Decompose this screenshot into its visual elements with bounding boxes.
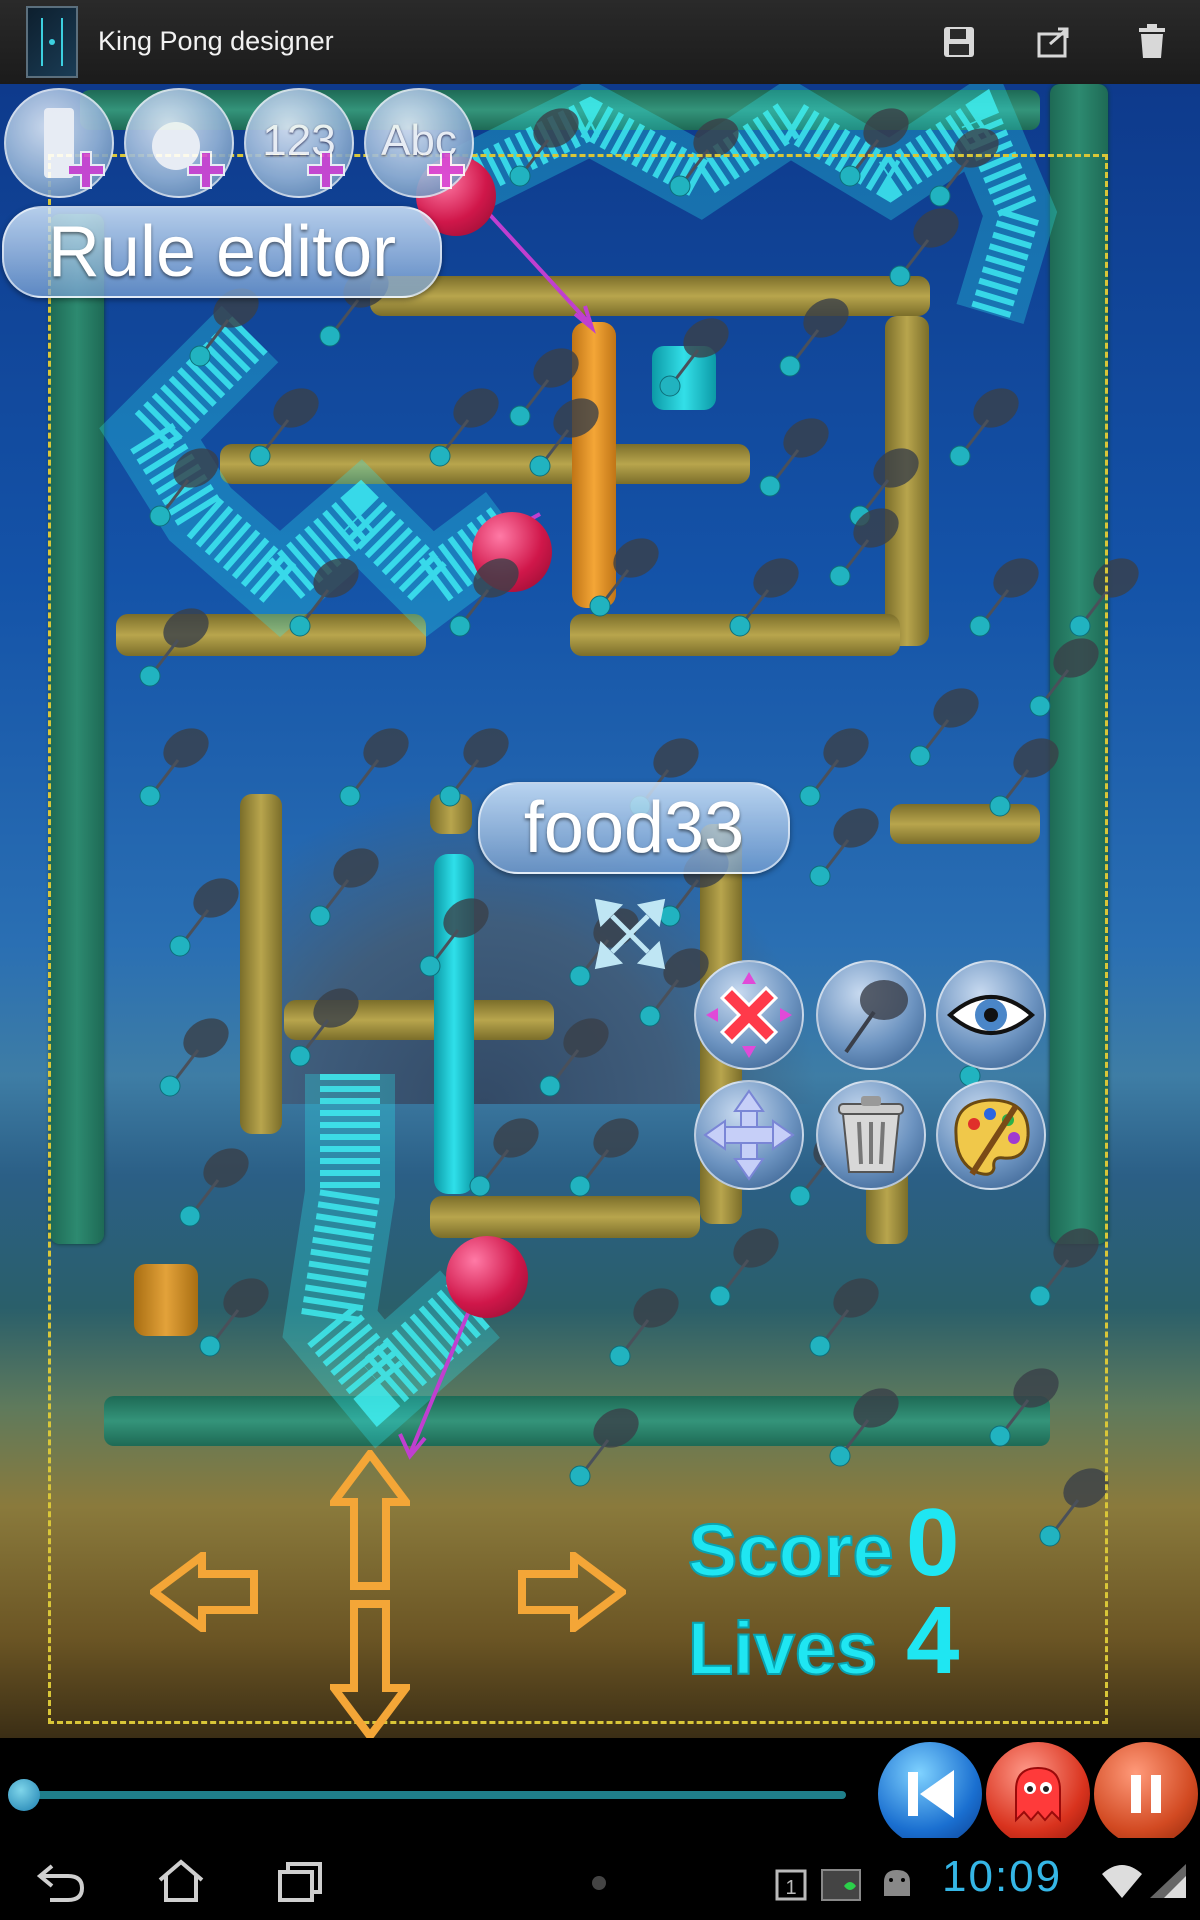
lives-label: Lives [687,1606,878,1691]
plus-icon [187,151,225,189]
recent-apps-icon[interactable] [274,1858,328,1904]
ghost-button[interactable] [986,1742,1090,1846]
lives-value: 4 [906,1587,960,1694]
rewind-to-start-icon [908,1770,954,1818]
arrow-right-icon[interactable] [516,1552,626,1632]
action-bar: King Pong designer [0,0,1200,86]
add-ball-button[interactable] [124,88,234,198]
screenshot-icon[interactable] [820,1864,864,1904]
android-icon[interactable] [878,1866,916,1900]
clock: 10:09 [942,1852,1063,1901]
ghost-icon [1015,1766,1061,1823]
plus-icon [307,151,345,189]
plus-icon [67,151,105,189]
arrow-down-icon[interactable] [330,1600,410,1738]
delete-move-button[interactable] [694,960,804,1070]
pause-icon [1131,1775,1161,1813]
rewind-button[interactable] [878,1742,982,1846]
notification-1-icon[interactable]: 1 [774,1868,808,1902]
score-label: Score [687,1508,895,1593]
plus-icon [427,151,465,189]
rule-editor-button[interactable]: Rule editor [2,206,442,298]
selected-object-label: food33 [478,782,790,874]
pin-icon [844,980,908,1054]
delete-move-icon [706,972,792,1058]
paint-palette-button[interactable] [936,1080,1046,1190]
arrow-up-icon[interactable] [330,1450,410,1590]
trash-icon[interactable] [1128,18,1176,66]
resize-icon [703,1089,795,1181]
score-value: 0 [906,1489,960,1596]
app-title: King Pong designer [98,26,334,56]
add-text-button[interactable]: Abc [364,88,474,198]
home-icon[interactable] [154,1858,208,1904]
resize-button[interactable] [694,1080,804,1190]
menu-dot [592,1876,606,1890]
visibility-icon [946,995,1036,1035]
wifi-icon [1102,1865,1142,1898]
battery-icon [1150,1864,1186,1898]
save-icon[interactable] [935,18,983,66]
app-icon[interactable] [26,6,78,78]
add-wall-button[interactable] [4,88,114,198]
trash-can-button[interactable] [816,1080,926,1190]
visibility-button[interactable] [936,960,1046,1070]
move-icon[interactable] [590,894,670,974]
add-number-button[interactable]: 123 [244,88,354,198]
game-canvas[interactable]: 123 Abc Rule editor food33 Score 0 Lives… [0,84,1200,1738]
pin-button[interactable] [816,960,926,1070]
progress-thumb[interactable] [8,1779,40,1811]
trash-can-icon [838,1096,904,1173]
svg-text:1: 1 [785,1877,796,1899]
arrow-left-icon[interactable] [150,1552,260,1632]
progress-track[interactable] [24,1791,846,1799]
share-icon[interactable] [1030,18,1078,66]
paint-palette-icon [954,1098,1030,1176]
back-icon[interactable] [34,1858,88,1904]
pause-button[interactable] [1094,1742,1198,1846]
